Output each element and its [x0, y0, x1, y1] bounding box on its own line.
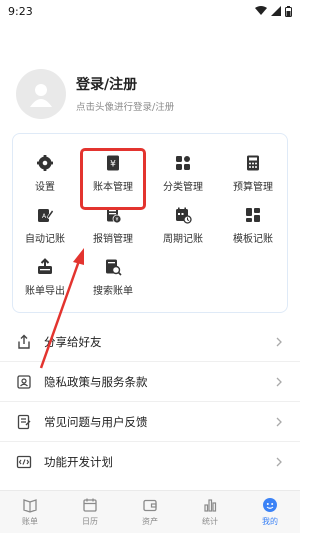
- grid-item-settings[interactable]: 设置: [15, 146, 75, 196]
- chevron-right-icon: [276, 457, 282, 467]
- nav-label: 日历: [82, 517, 98, 526]
- grid-item-periodic[interactable]: 周期记账: [153, 198, 213, 248]
- calculator-icon: [247, 155, 259, 171]
- grid-item-category[interactable]: 分类管理: [153, 146, 213, 196]
- nav-label: 账单: [22, 517, 38, 526]
- profile-icon: [263, 498, 277, 512]
- grid-item-ledger[interactable]: ¥ 账本管理: [83, 146, 143, 196]
- svg-text:¥: ¥: [110, 160, 116, 170]
- chevron-right-icon: [276, 377, 282, 386]
- stats-icon: [204, 499, 217, 512]
- login-hint: 点击头像进行登录/注册: [76, 101, 175, 113]
- menu-label: 常见问题与用户反馈: [44, 414, 148, 429]
- grid-item-search-bill[interactable]: 搜索账单: [83, 250, 143, 300]
- auto-bookkeeping-icon: A: [38, 209, 54, 222]
- nav-mine[interactable]: 我的: [240, 491, 300, 533]
- grid-label: 搜索账单: [93, 286, 133, 297]
- template-icon: [246, 208, 260, 222]
- ledger-icon: ¥: [107, 155, 119, 171]
- grid-item-budget[interactable]: 预算管理: [223, 146, 283, 196]
- reimbursement-icon: ¥: [107, 207, 122, 224]
- menu-item-roadmap[interactable]: 功能开发计划: [0, 442, 300, 482]
- login-register-title[interactable]: 登录/注册: [76, 76, 174, 94]
- gear-icon: [37, 155, 53, 171]
- grid-label: 分类管理: [163, 182, 203, 193]
- share-icon: [18, 334, 30, 349]
- wifi-icon: [255, 6, 267, 15]
- nav-label: 资产: [142, 517, 158, 526]
- bottom-nav: 账单 日历 资产 统计 我的: [0, 490, 300, 533]
- roadmap-icon: [16, 455, 32, 469]
- status-icons: [255, 5, 292, 17]
- privacy-icon: [17, 374, 31, 389]
- nav-label: 我的: [262, 517, 278, 526]
- search-bill-icon: [106, 259, 122, 276]
- menu-item-feedback[interactable]: 常见问题与用户反馈: [0, 402, 300, 442]
- grid-label: 报销管理: [93, 234, 133, 245]
- export-icon: [38, 258, 52, 274]
- nav-label: 统计: [202, 517, 218, 526]
- grid-label: 账本管理: [93, 182, 133, 193]
- menu-label: 分享给好友: [44, 334, 102, 349]
- chevron-right-icon: [276, 337, 282, 346]
- svg-text:¥: ¥: [115, 217, 118, 223]
- profile-header: 登录/注册 点击头像进行登录/注册: [16, 68, 284, 120]
- grid-label: 模板记账: [233, 234, 273, 245]
- grid-label: 自动记账: [25, 234, 65, 245]
- menu-label: 隐私政策与服务条款: [44, 374, 148, 389]
- feedback-icon: [17, 414, 31, 429]
- signal-icon: [271, 6, 281, 16]
- chevron-right-icon: [276, 417, 282, 426]
- status-time: 9:23: [8, 4, 33, 18]
- grid-item-template[interactable]: 模板记账: [223, 198, 283, 248]
- grid-label: 周期记账: [163, 234, 203, 245]
- menu-item-share[interactable]: 分享给好友: [0, 322, 300, 362]
- nav-calendar[interactable]: 日历: [60, 491, 120, 533]
- nav-stats[interactable]: 统计: [180, 491, 240, 533]
- menu-item-privacy[interactable]: 隐私政策与服务条款: [0, 362, 300, 402]
- calendar-cycle-icon: [176, 207, 192, 224]
- grid-label: 预算管理: [233, 182, 273, 193]
- grid-label: 账单导出: [25, 286, 65, 297]
- wallet-icon: [143, 499, 157, 512]
- menu-label: 功能开发计划: [44, 455, 113, 469]
- status-bar: 9:23: [0, 0, 300, 22]
- nav-assets[interactable]: 资产: [120, 491, 180, 533]
- calendar-icon: [83, 498, 97, 512]
- user-silhouette-icon: [30, 84, 52, 107]
- avatar[interactable]: [16, 69, 66, 119]
- bill-book-icon: [23, 499, 37, 513]
- grid-item-auto-bookkeeping[interactable]: A 自动记账: [15, 198, 75, 248]
- grid-label: 设置: [35, 182, 55, 193]
- category-icon: [176, 156, 190, 170]
- battery-icon: [285, 5, 292, 17]
- grid-item-reimbursement[interactable]: ¥ 报销管理: [83, 198, 143, 248]
- nav-bills[interactable]: 账单: [0, 491, 60, 533]
- grid-item-export[interactable]: 账单导出: [15, 250, 75, 300]
- function-grid: 设置 ¥ 账本管理 分类管理 预算管理 A 自动记账 ¥ 报销管理 周期记账 模…: [12, 133, 288, 313]
